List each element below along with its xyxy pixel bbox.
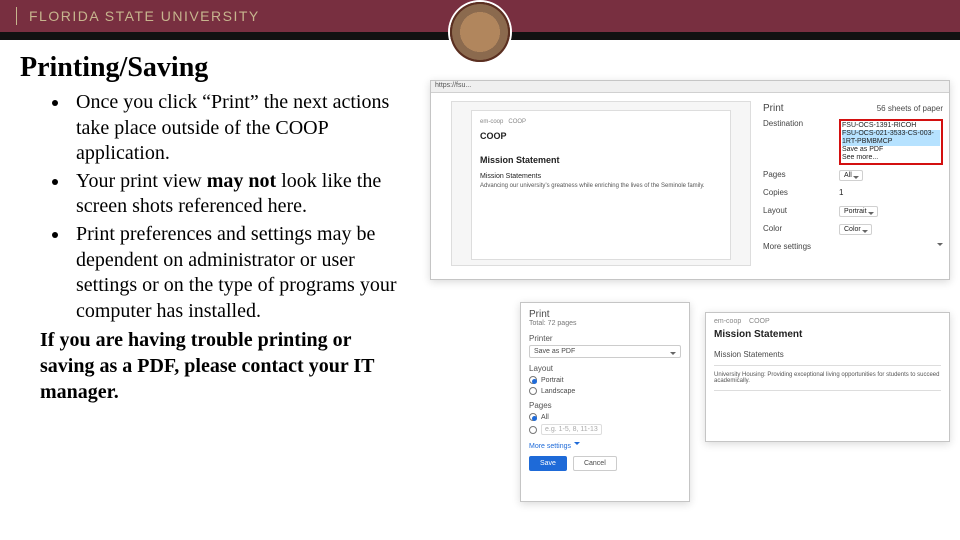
destination-row: Destination FSU-OCS-1391-RICOH FSU-OCS-0…: [763, 119, 943, 165]
preview-app-title: COOP: [480, 131, 722, 141]
doc-subtitle: Mission Statements: [706, 348, 949, 361]
preview-sub: Mission Statements: [480, 173, 722, 180]
color-label: Color: [763, 224, 782, 233]
radio-icon: [529, 387, 537, 395]
bullet-text: Print preferences and settings may be de…: [76, 223, 397, 322]
screenshot-group: https://fsu... em-coop COOP COOP Mission…: [430, 80, 950, 510]
ff-layout-landscape[interactable]: Landscape: [529, 387, 681, 395]
cancel-button[interactable]: Cancel: [573, 456, 617, 471]
more-settings-link[interactable]: More settings: [763, 242, 811, 251]
sheet-count: 56 sheets of paper: [877, 104, 943, 113]
copies-label: Copies: [763, 188, 788, 197]
pages-label: Pages: [763, 170, 786, 179]
ff-layout-label: Layout: [529, 364, 681, 373]
radio-icon: [529, 413, 537, 421]
ff-pages-custom[interactable]: e.g. 1-5, 8, 11-13: [529, 424, 681, 435]
address-bar[interactable]: https://fsu...: [431, 81, 949, 93]
bullet-list: Once you click “Print” the next actions …: [40, 90, 400, 324]
pages-select[interactable]: All: [839, 170, 863, 181]
preview-page: em-coop COOP COOP Mission Statement Miss…: [471, 110, 731, 260]
radio-icon: [529, 426, 537, 434]
banner-text: FLORIDA STATE UNIVERSITY: [29, 8, 260, 24]
ff-layout-section: Layout Portrait Landscape: [521, 361, 689, 398]
breadcrumb: em-coop COOP: [706, 313, 949, 325]
ff-pages-section: Pages All e.g. 1-5, 8, 11-13: [521, 398, 689, 438]
save-button[interactable]: Save: [529, 456, 567, 471]
doc-body-line: University Housing: Providing exceptiona…: [706, 370, 949, 386]
breadcrumb: em-coop COOP: [480, 119, 722, 125]
ff-button-row: Save Cancel: [521, 450, 689, 477]
url-text: https://fsu...: [435, 82, 471, 89]
destination-highlight: FSU-OCS-1391-RICOH FSU-OCS-021-3533-CS-0…: [839, 119, 943, 165]
ff-printer-label: Printer: [529, 334, 681, 343]
divider: [714, 390, 941, 391]
banner-divider: [16, 7, 17, 25]
print-preview-area: em-coop COOP COOP Mission Statement Miss…: [451, 101, 751, 266]
layout-label: Layout: [763, 206, 787, 215]
copies-value[interactable]: 1: [839, 188, 843, 197]
ff-printer-select[interactable]: Save as PDF: [529, 345, 681, 358]
ff-title: Print: [521, 303, 689, 320]
more-row[interactable]: More settings: [763, 237, 943, 255]
destination-option[interactable]: FSU-OCS-1391-RICOH: [842, 122, 940, 130]
ff-pages-all[interactable]: All: [529, 413, 681, 421]
layout-row: Layout Portrait: [763, 201, 943, 219]
radio-icon: [529, 376, 537, 384]
layout-select[interactable]: Portrait: [839, 206, 878, 217]
ff-layout-portrait[interactable]: Portrait: [529, 376, 681, 384]
destination-option[interactable]: See more...: [842, 154, 940, 162]
bullet-text: Once you click “Print” the next actions …: [76, 91, 389, 164]
bullet-item: Once you click “Print” the next actions …: [70, 90, 400, 167]
preview-section: Mission Statement: [480, 155, 722, 165]
bullet-emphasis: may not: [207, 170, 276, 192]
bullet-item: Your print view may not look like the sc…: [70, 169, 400, 220]
copies-row: Copies 1: [763, 183, 943, 201]
firefox-print-dialog: Print Total: 72 pages Printer Save as PD…: [520, 302, 690, 502]
pages-row: Pages All: [763, 165, 943, 183]
destination-option[interactable]: Save as PDF: [842, 146, 940, 154]
document-preview: em-coop COOP Mission Statement Mission S…: [705, 312, 950, 442]
bullet-text: Your print view: [76, 170, 207, 192]
ff-page-count: Total: 72 pages: [521, 320, 689, 331]
color-select[interactable]: Color: [839, 224, 872, 235]
divider: [714, 365, 941, 366]
ff-printer-section: Printer Save as PDF: [521, 331, 689, 361]
destination-dropdown[interactable]: FSU-OCS-1391-RICOH FSU-OCS-021-3533-CS-0…: [842, 122, 940, 162]
print-title: Print: [763, 103, 784, 114]
chevron-down-icon: [574, 442, 580, 448]
destination-label: Destination: [763, 119, 803, 128]
doc-title: Mission Statement: [706, 325, 949, 348]
destination-option-selected[interactable]: FSU-OCS-021-3533-CS-003-1RT-PBMBMCP: [842, 130, 940, 146]
chrome-print-sidebar: Print 56 sheets of paper Destination FSU…: [763, 99, 943, 255]
color-row: Color Color: [763, 219, 943, 237]
chrome-print-dialog: https://fsu... em-coop COOP COOP Mission…: [430, 80, 950, 280]
print-header-row: Print 56 sheets of paper: [763, 99, 943, 117]
bullet-item: Print preferences and settings may be de…: [70, 222, 400, 324]
ff-pages-label: Pages: [529, 401, 681, 410]
ff-pages-input[interactable]: e.g. 1-5, 8, 11-13: [541, 424, 602, 435]
preview-body: Advancing our university’s greatness whi…: [480, 183, 722, 189]
chevron-down-icon: [937, 243, 943, 249]
ff-more-settings[interactable]: More settings: [521, 438, 689, 450]
trailer-text: If you are having trouble printing or sa…: [40, 328, 400, 405]
university-seal-icon: [450, 2, 510, 62]
